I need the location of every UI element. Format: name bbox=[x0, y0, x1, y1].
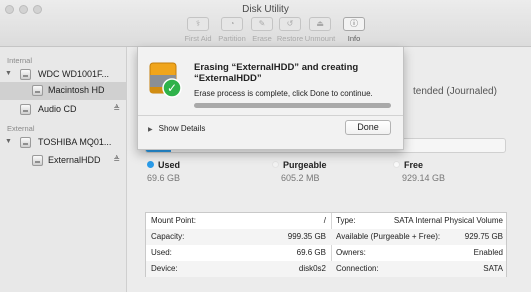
info-row: Device: disk0s2 Connection: SATA bbox=[146, 261, 506, 277]
info-row: Capacity: 999.35 GB Available (Purgeable… bbox=[146, 229, 506, 245]
info-row: Used: 69.6 GB Owners: Enabled bbox=[146, 245, 506, 261]
stethoscope-icon: ⚕ bbox=[187, 17, 209, 31]
sidebar: Internal ▼ WDC WD1001F... Macintosh HD A… bbox=[0, 47, 127, 292]
connection-label: Connection: bbox=[336, 264, 379, 273]
sidebar-item-macintosh-hd[interactable]: Macintosh HD bbox=[0, 82, 127, 100]
available-value: 929.75 GB bbox=[464, 232, 503, 241]
owners-value: Enabled bbox=[473, 248, 503, 257]
unmount-icon: ⏏ bbox=[309, 17, 331, 31]
restore-icon: ↺ bbox=[279, 17, 301, 31]
eject-icon[interactable]: ≜ bbox=[113, 155, 120, 164]
free-color-dot bbox=[393, 161, 400, 168]
external-drive-check-icon: ✓ bbox=[149, 62, 182, 98]
capacity-label: Capacity: bbox=[151, 232, 185, 241]
capacity-value: 999.35 GB bbox=[287, 232, 326, 241]
eject-icon[interactable]: ≜ bbox=[113, 104, 120, 113]
type-value: SATA Internal Physical Volume bbox=[393, 216, 503, 225]
owners-label: Owners: bbox=[336, 248, 366, 257]
unmount-button[interactable]: ⏏ Unmount bbox=[303, 17, 337, 43]
connection-value: SATA bbox=[483, 264, 503, 273]
used-value: 69.6 GB bbox=[296, 248, 326, 257]
sidebar-section-internal: Internal bbox=[7, 56, 33, 65]
cd-icon bbox=[20, 104, 31, 115]
disclosure-triangle-icon[interactable]: ▼ bbox=[5, 70, 12, 77]
mount-point-value: / bbox=[323, 216, 326, 225]
checkmark-icon: ✓ bbox=[167, 81, 177, 95]
progress-fill bbox=[194, 103, 391, 108]
volume-format-label: tended (Journaled) bbox=[413, 86, 497, 97]
used-label: Used: bbox=[151, 248, 172, 257]
window-title: Disk Utility bbox=[242, 4, 289, 15]
erase-progress-bar bbox=[194, 103, 391, 108]
restore-button[interactable]: ↺ Restore bbox=[273, 17, 307, 43]
volume-icon bbox=[32, 85, 43, 96]
info-row: Mount Point: / Type: SATA Internal Physi… bbox=[146, 213, 506, 229]
sheet-title: Erasing “ExternalHDD” and creating “Exte… bbox=[194, 62, 359, 84]
sheet-divider bbox=[138, 115, 403, 116]
sidebar-item-toshiba-disk[interactable]: ▼ TOSHIBA MQ01... bbox=[0, 134, 127, 152]
available-label: Available (Purgeable + Free): bbox=[336, 232, 441, 241]
first-aid-button[interactable]: ⚕ First Aid bbox=[181, 17, 215, 43]
used-color-dot bbox=[147, 161, 154, 168]
sheet-message: Erase process is complete, click Done to… bbox=[194, 89, 373, 98]
erase-icon: ✎ bbox=[251, 17, 273, 31]
partition-button[interactable]: ◔ Partition bbox=[215, 17, 249, 43]
purgeable-color-dot bbox=[272, 161, 279, 168]
device-label: Device: bbox=[151, 264, 178, 273]
device-value: disk0s2 bbox=[298, 264, 326, 273]
done-button[interactable]: Done bbox=[345, 120, 391, 135]
window-titlebar: Disk Utility ⚕ First Aid ◔ Partition ✎ E… bbox=[0, 0, 531, 47]
info-icon: ⓘ bbox=[343, 17, 365, 31]
partition-icon: ◔ bbox=[221, 17, 243, 31]
sidebar-item-audio-cd[interactable]: Audio CD ≜ bbox=[0, 101, 127, 119]
info-button[interactable]: ⓘ Info bbox=[337, 17, 371, 43]
sidebar-section-external: External bbox=[7, 124, 35, 133]
mount-point-label: Mount Point: bbox=[151, 216, 196, 225]
disclosure-triangle-icon: ▶ bbox=[148, 127, 153, 133]
show-details-toggle[interactable]: ▶ Show Details bbox=[148, 124, 205, 133]
sidebar-item-externalhdd[interactable]: ExternalHDD ≜ bbox=[0, 152, 127, 170]
volume-icon bbox=[32, 155, 43, 166]
erase-progress-sheet: ✓ Erasing “ExternalHDD” and creating “Ex… bbox=[137, 47, 404, 150]
type-label: Type: bbox=[336, 216, 356, 225]
hard-disk-icon bbox=[20, 69, 31, 80]
disclosure-triangle-icon[interactable]: ▼ bbox=[5, 138, 12, 145]
hard-disk-icon bbox=[20, 137, 31, 148]
volume-info-table: Mount Point: / Type: SATA Internal Physi… bbox=[145, 212, 507, 277]
